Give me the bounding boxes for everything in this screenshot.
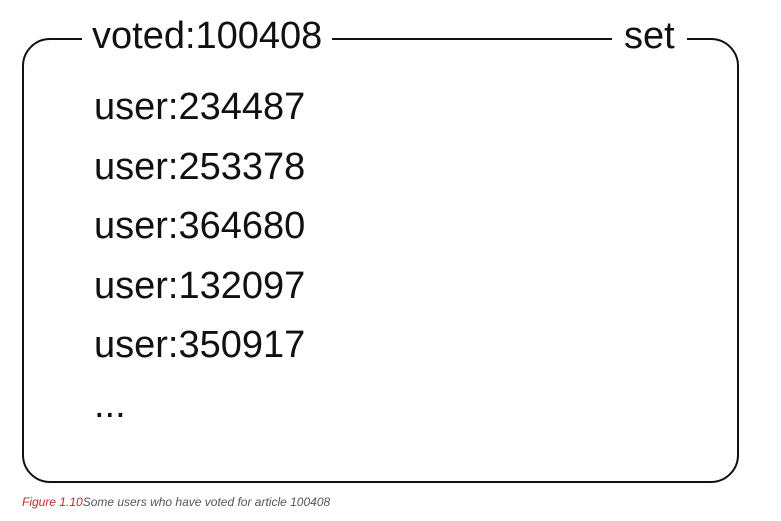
set-member-ellipsis: ... — [94, 383, 126, 426]
set-member: user:350917 — [94, 324, 306, 366]
set-member-list: user:234487 user:253378 user:364680 user… — [94, 78, 305, 435]
set-member: user:364680 — [94, 205, 306, 247]
redis-type-label: set — [612, 12, 687, 60]
redis-key-label: voted:100408 — [82, 12, 333, 60]
set-member: user:234487 — [94, 86, 306, 128]
figure-number: Figure 1.10 — [22, 495, 83, 509]
figure-caption: Figure 1.10Some users who have voted for… — [22, 494, 330, 510]
set-member: user:253378 — [94, 145, 306, 188]
set-member: user:132097 — [94, 264, 306, 307]
figure-caption-text: Some users who have voted for article 10… — [82, 495, 331, 509]
